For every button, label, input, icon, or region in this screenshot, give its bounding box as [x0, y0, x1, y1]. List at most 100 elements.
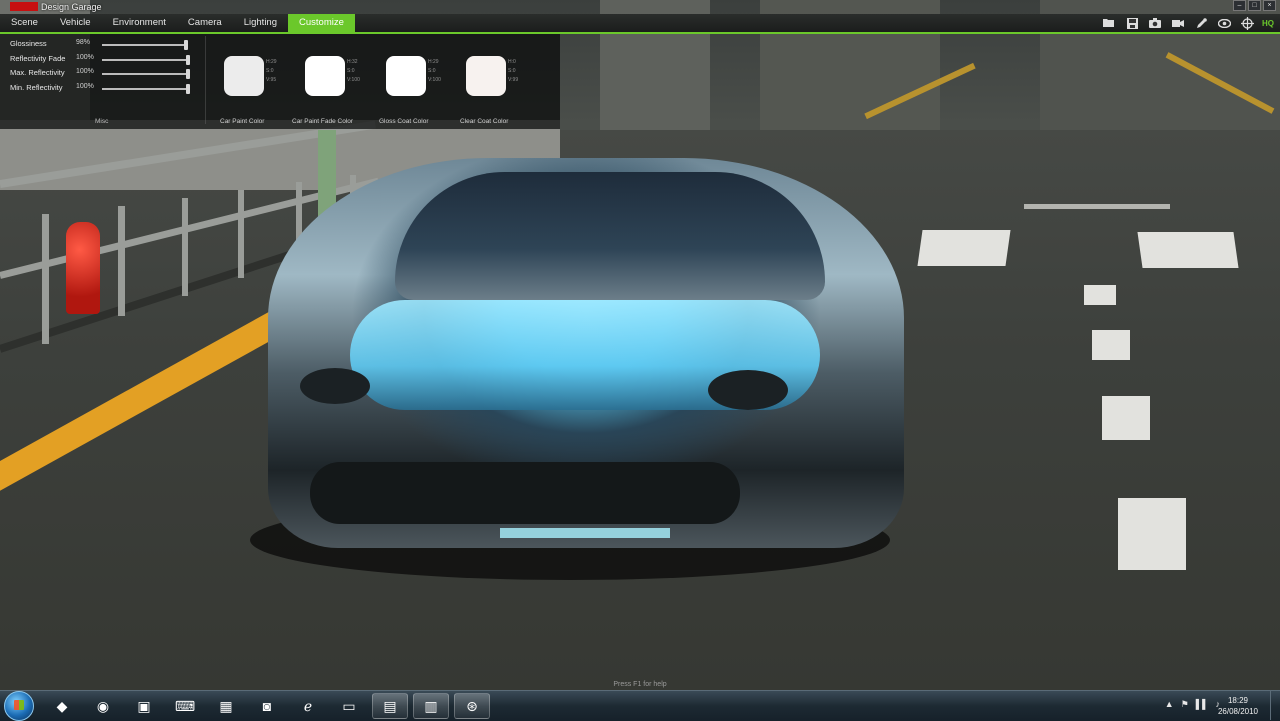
hsv-readout: H:0 S:0 V:99	[508, 58, 518, 85]
lane-marking	[1118, 498, 1186, 570]
slider-value: 100%	[76, 68, 94, 76]
car-headlight	[708, 370, 788, 410]
slider-row-reflectivity-fade: Reflectivity Fade 100%	[10, 53, 200, 68]
close-button[interactable]: ×	[1263, 0, 1276, 11]
car-paint-fade-color-swatch[interactable]	[305, 56, 345, 96]
folder-icon[interactable]: ▭	[331, 693, 367, 719]
slider-thumb[interactable]	[186, 69, 190, 80]
eye-icon[interactable]	[1216, 15, 1232, 31]
menu-scene[interactable]: Scene	[0, 14, 49, 32]
saturation-value: S:0	[266, 68, 274, 74]
menu-items: Scene Vehicle Environment Camera Lightin…	[0, 14, 355, 32]
max-reflectivity-slider[interactable]	[102, 69, 190, 80]
minimize-button[interactable]: –	[1233, 0, 1246, 11]
slider-value: 100%	[76, 53, 94, 61]
value-value: V:100	[347, 77, 360, 83]
start-button[interactable]	[4, 691, 34, 721]
menu-customize[interactable]: Customize	[288, 14, 355, 32]
car-paint-fade-color-caption: Car Paint Fade Color	[292, 118, 354, 125]
app-logo	[10, 2, 38, 11]
save-icon[interactable]	[1124, 15, 1140, 31]
maximize-button[interactable]: □	[1248, 0, 1261, 11]
darth-vader-icon[interactable]: ◆	[44, 693, 80, 719]
eyedropper-icon[interactable]	[1193, 15, 1209, 31]
window-controls: – □ ×	[1233, 0, 1276, 11]
min-reflectivity-slider[interactable]	[102, 83, 190, 94]
action-center-flag-icon[interactable]: ⚑	[1181, 699, 1189, 710]
taskbar: ◆ ◉ ▣ ⌨ ▦ ◙ ℯ ▭ ▤ ▥ ⊛ ▲ ⚑ ▌▌ ♪ 18:29 26/…	[0, 690, 1280, 721]
quality-toggle[interactable]: HQ	[1262, 19, 1274, 28]
value-value: V:99	[508, 77, 519, 83]
misc-section-label: Misc	[95, 118, 109, 125]
padlock-icon[interactable]: ▣	[126, 693, 162, 719]
hsv-readout: H:32 S:0 V:100	[347, 58, 360, 85]
slider-label: Reflectivity Fade	[10, 53, 66, 63]
guard-rail-post	[118, 206, 125, 316]
gpu-icon[interactable]: ▥	[413, 693, 449, 719]
saturation-value: S:0	[428, 68, 436, 74]
saturation-value: S:0	[347, 68, 355, 74]
value-value: V:95	[266, 77, 277, 83]
app-title: Design Garage	[41, 1, 102, 12]
menu-lighting[interactable]: Lighting	[233, 14, 288, 32]
crosshair-icon[interactable]	[1239, 15, 1255, 31]
car-splitter	[500, 528, 670, 538]
panel-divider	[205, 36, 206, 124]
hsv-readout: H:29 S:0 V:100	[428, 58, 441, 85]
clear-coat-color-swatch[interactable]	[466, 56, 506, 96]
gloss-coat-color-swatch[interactable]	[386, 56, 426, 96]
steering-wheel-icon[interactable]: ⊛	[454, 693, 490, 719]
video-camera-icon[interactable]	[1170, 15, 1186, 31]
slider-thumb[interactable]	[186, 54, 190, 65]
gloss-coat-color-caption: Gloss Coat Color	[379, 118, 429, 125]
clear-coat-color-caption: Clear Coat Color	[460, 118, 509, 125]
monitor-icon[interactable]: ▤	[372, 693, 408, 719]
reflectivity-fade-slider[interactable]	[102, 54, 190, 65]
car-headlight	[300, 368, 370, 404]
hue-value: H:29	[266, 59, 277, 65]
network-icon[interactable]: ▌▌	[1196, 699, 1209, 710]
show-desktop-button[interactable]	[1270, 691, 1280, 720]
guard-rail-post	[182, 198, 188, 296]
glossiness-slider[interactable]	[102, 40, 189, 50]
hue-value: H:0	[508, 59, 516, 65]
menu-environment[interactable]: Environment	[102, 14, 177, 32]
lane-marking	[917, 230, 1011, 266]
slider-label: Max. Reflectivity	[10, 68, 65, 78]
keyboard-icon[interactable]: ⌨	[167, 693, 203, 719]
controlpanel-icon[interactable]: ▦	[208, 693, 244, 719]
guard-rail-post	[238, 190, 244, 278]
slider-value: 98%	[76, 39, 91, 46]
car-paint-color-caption: Car Paint Color	[220, 118, 265, 125]
toolbar: HQ	[1101, 15, 1274, 31]
menu-camera[interactable]: Camera	[177, 14, 233, 32]
messenger-icon[interactable]: ◙	[249, 693, 285, 719]
slider-thumb[interactable]	[184, 40, 189, 50]
lane-marking	[1024, 204, 1170, 209]
hue-value: H:32	[347, 59, 358, 65]
clock-time: 18:29	[1227, 696, 1249, 705]
internet-explorer-icon[interactable]: ℯ	[290, 693, 326, 719]
slider-thumb[interactable]	[186, 83, 190, 94]
camera-icon[interactable]	[1147, 15, 1163, 31]
lane-marking	[1084, 285, 1116, 305]
customize-panel: Glossiness 98% Reflectivity Fade 100% Ma…	[0, 34, 560, 129]
car-paint-color-group: H:29 S:0 V:95	[212, 54, 292, 110]
car-paint-fade-color-group: H:32 S:0 V:100	[293, 54, 373, 110]
slider-row-min-reflectivity: Min. Reflectivity 100%	[10, 82, 200, 97]
car-windshield	[395, 172, 825, 300]
folder-open-icon[interactable]	[1101, 15, 1117, 31]
car-paint-color-swatch[interactable]	[224, 56, 264, 96]
system-clock[interactable]: 18:29 26/08/2010	[1208, 695, 1268, 717]
saturation-value: S:0	[508, 68, 516, 74]
show-hidden-icons-icon[interactable]: ▲	[1165, 699, 1174, 710]
hue-value: H:29	[428, 59, 439, 65]
slider-value: 100%	[76, 82, 94, 90]
slider-row-max-reflectivity: Max. Reflectivity 100%	[10, 67, 200, 82]
help-hint: Press F1 for help	[613, 681, 667, 688]
lane-marking	[1102, 396, 1150, 440]
menu-vehicle[interactable]: Vehicle	[49, 14, 102, 32]
guard-rail-post	[42, 214, 49, 344]
globe-icon[interactable]: ◉	[85, 693, 121, 719]
car-grille	[310, 462, 740, 524]
